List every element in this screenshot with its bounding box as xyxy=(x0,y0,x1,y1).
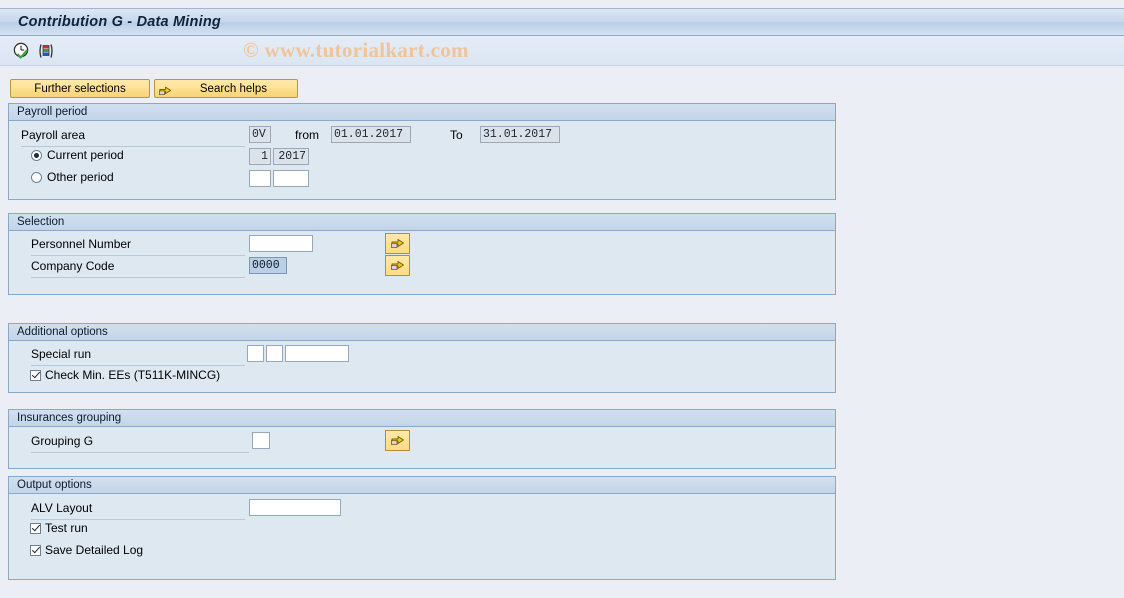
multiple-selection-arrow-icon xyxy=(390,431,406,450)
section-selection: Selection Personnel Number Company Code xyxy=(8,213,836,295)
section-selection-body: Personnel Number Company Code xyxy=(9,231,835,294)
further-selections-label: Further selections xyxy=(34,82,126,95)
special-run-input-1[interactable] xyxy=(247,345,264,362)
alv-layout-underline xyxy=(31,519,245,520)
variant-icon[interactable] xyxy=(36,41,56,61)
save-detailed-log-label: Save Detailed Log xyxy=(45,543,144,557)
section-insurances-grouping-header: Insurances grouping xyxy=(9,410,835,427)
special-run-input-2[interactable] xyxy=(266,345,283,362)
company-code-label: Company Code xyxy=(31,259,115,273)
grouping-g-underline xyxy=(31,452,249,453)
current-period-number-input[interactable] xyxy=(249,148,271,165)
check-min-ees-checkbox[interactable]: Check Min. EEs (T511K-MINCG) xyxy=(30,368,220,382)
section-payroll-period-body: Payroll area from To Current period Othe… xyxy=(9,121,835,199)
multiple-selection-arrow-icon xyxy=(158,81,173,96)
section-insurances-grouping-body: Grouping G xyxy=(9,427,835,468)
personnel-number-label: Personnel Number xyxy=(31,237,132,251)
test-run-checkbox[interactable]: Test run xyxy=(30,521,88,535)
multiple-selection-arrow-icon xyxy=(390,234,406,253)
payroll-area-label: Payroll area xyxy=(21,128,86,142)
page-title: Contribution G - Data Mining xyxy=(18,14,221,30)
section-additional-options-title: Additional options xyxy=(17,326,108,338)
section-selection-title: Selection xyxy=(17,216,65,228)
from-label: from xyxy=(295,128,319,142)
grouping-g-label: Grouping G xyxy=(31,434,94,448)
selection-screen-button-row: Further selections Search helps xyxy=(0,67,1124,98)
section-output-options-header: Output options xyxy=(9,477,835,494)
period-to-input[interactable] xyxy=(480,126,560,143)
section-insurances-grouping-title: Insurances grouping xyxy=(17,412,122,424)
section-selection-header: Selection xyxy=(9,214,835,231)
company-code-underline xyxy=(31,277,245,278)
special-run-input-3[interactable] xyxy=(285,345,349,362)
section-additional-options: Additional options Special run Check Min… xyxy=(8,323,836,393)
personnel-number-multi-select-button[interactable] xyxy=(385,233,410,254)
radio-other-period-indicator xyxy=(31,171,42,183)
search-helps-label: Search helps xyxy=(199,82,267,95)
company-code-input[interactable] xyxy=(249,257,287,274)
radio-current-period-indicator xyxy=(31,149,42,161)
checkbox-save-detailed-log-indicator xyxy=(30,544,41,556)
payroll-area-input[interactable] xyxy=(249,126,271,143)
check-min-ees-label: Check Min. EEs (T511K-MINCG) xyxy=(45,368,221,382)
section-payroll-period-title: Payroll period xyxy=(17,106,88,118)
payroll-area-underline xyxy=(21,146,245,147)
to-label: To xyxy=(450,128,463,142)
search-helps-button[interactable]: Search helps xyxy=(154,79,298,98)
checkbox-test-run-indicator xyxy=(30,522,41,534)
personnel-number-underline xyxy=(31,255,245,256)
checkbox-check-min-ees-indicator xyxy=(30,369,41,381)
application-toolbar xyxy=(0,36,1124,66)
section-additional-options-body: Special run Check Min. EEs (T511K-MINCG) xyxy=(9,341,835,392)
save-detailed-log-checkbox[interactable]: Save Detailed Log xyxy=(30,543,143,557)
special-run-underline xyxy=(31,365,245,366)
section-output-options: Output options ALV Layout Test run Save … xyxy=(8,476,836,580)
section-output-options-title: Output options xyxy=(17,479,92,491)
other-period-year-input[interactable] xyxy=(273,170,309,187)
alv-layout-input[interactable] xyxy=(249,499,341,516)
period-from-input[interactable] xyxy=(331,126,411,143)
personnel-number-input[interactable] xyxy=(249,235,313,252)
clock-check-icon[interactable] xyxy=(12,41,32,61)
window-title-bar: Contribution G - Data Mining xyxy=(0,8,1124,36)
further-selections-button[interactable]: Further selections xyxy=(10,79,150,98)
section-insurances-grouping: Insurances grouping Grouping G xyxy=(8,409,836,469)
alv-layout-label: ALV Layout xyxy=(31,501,93,515)
section-additional-options-header: Additional options xyxy=(9,324,835,341)
current-period-year-input[interactable] xyxy=(273,148,309,165)
special-run-label: Special run xyxy=(31,347,92,361)
current-period-radio[interactable]: Current period xyxy=(31,148,124,162)
company-code-multi-select-button[interactable] xyxy=(385,255,410,276)
other-period-radio[interactable]: Other period xyxy=(31,170,114,184)
section-output-options-body: ALV Layout Test run Save Detailed Log xyxy=(9,494,835,579)
current-period-label: Current period xyxy=(47,148,124,162)
test-run-label: Test run xyxy=(45,521,88,535)
grouping-g-multi-select-button[interactable] xyxy=(385,430,410,451)
section-payroll-period-header: Payroll period xyxy=(9,104,835,121)
other-period-number-input[interactable] xyxy=(249,170,271,187)
grouping-g-input[interactable] xyxy=(252,432,270,449)
watermark-text: © www.tutorialkart.com xyxy=(243,38,469,62)
multiple-selection-arrow-icon xyxy=(390,256,406,275)
section-payroll-period: Payroll period Payroll area from To Curr… xyxy=(8,103,836,200)
other-period-label: Other period xyxy=(47,170,114,184)
